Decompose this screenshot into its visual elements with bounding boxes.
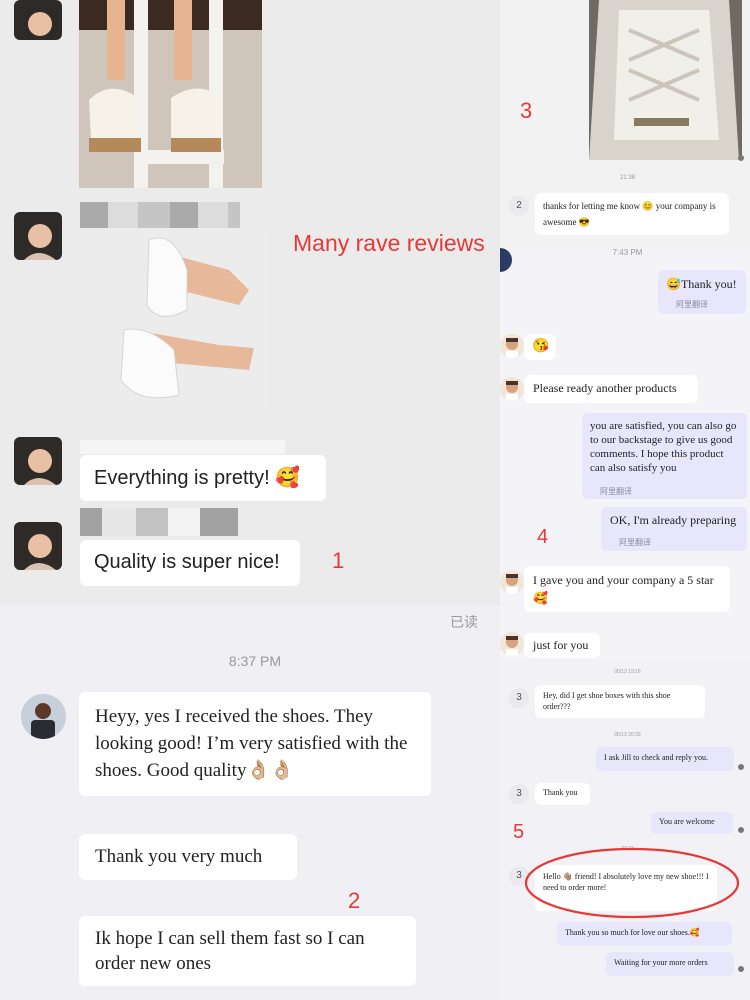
avatar: [500, 570, 524, 594]
avatar: [14, 0, 62, 40]
message-bubble: Everything is pretty! 🥰: [80, 455, 326, 501]
my-message-bubble: OK, I'm already preparing 阿里翻译: [601, 507, 747, 551]
chat-panel-2: 已读 8:37 PM Heyy, yes I received the shoe…: [0, 605, 500, 1000]
annotation-number: 1: [332, 548, 345, 573]
my-message-bubble: Thank you so much for love our shoes.🥰: [557, 922, 732, 946]
translate-label[interactable]: 阿里翻译: [600, 485, 632, 499]
unread-badge: 3: [509, 688, 529, 708]
avatar: [500, 334, 524, 358]
message-time: 21:38: [619, 175, 635, 181]
my-message-text: 😅Thank you!: [666, 277, 737, 291]
highlight-circle: [524, 847, 740, 919]
shoe-photo[interactable]: [589, 0, 742, 160]
redacted-name: [80, 508, 238, 536]
avatar: [500, 377, 524, 401]
annotation-number: 2: [348, 888, 361, 913]
message-bubble: Heyy, yes I received the shoes. They loo…: [79, 692, 431, 796]
status-dot: [738, 827, 744, 833]
message-bubble: Ik hope I can sell them fast so I can or…: [79, 916, 416, 986]
my-message-bubble: You are welcome: [651, 812, 733, 834]
avatar: [14, 522, 62, 570]
avatar: [21, 694, 66, 739]
status-dot: [738, 764, 744, 770]
message-bubble: just for you: [524, 633, 600, 658]
read-status: 已读: [450, 614, 478, 630]
message-bubble: Thank you very much: [79, 834, 297, 880]
annotation-number: 5: [513, 821, 525, 843]
shoe-photo[interactable]: [79, 0, 262, 188]
chat-panel-4: 7:43 PM 😅Thank you! 阿里翻译 😘 Please ready …: [500, 248, 750, 660]
message-bubble: I gave you and your company a 5 star 🥰: [524, 566, 730, 612]
my-message-bubble: you are satisfied, you can also go to ou…: [582, 413, 747, 499]
status-dot: [738, 966, 744, 972]
my-message-bubble: Waiting for your more orders: [606, 952, 734, 976]
headline-annotation: Many rave reviews: [293, 230, 485, 256]
chat-panel-1: Many rave reviews Everything is pretty! …: [0, 0, 500, 605]
message-time: 05/13 20:33: [614, 732, 641, 738]
chat-panel-3: 3 21:38 2 thanks for letting me know 😊 y…: [500, 0, 750, 248]
message-bubble: thanks for letting me know 😊 your compan…: [535, 193, 729, 235]
translate-label[interactable]: 阿里翻译: [619, 537, 651, 548]
message-bubble: Thank you: [535, 783, 590, 805]
shoe-photo[interactable]: [79, 230, 266, 413]
message-bubble: 😘: [524, 334, 556, 360]
message-time: 05/13 19:16: [614, 669, 641, 675]
unread-badge: 2: [509, 196, 529, 216]
unread-badge: 3: [509, 784, 529, 804]
message-time: 8:37 PM: [228, 653, 282, 669]
annotation-number: 4: [537, 526, 549, 548]
redacted-name: [80, 440, 285, 454]
message-bubble: Quality is super nice!: [80, 540, 300, 586]
message-bubble: Please ready another products: [524, 375, 698, 403]
chat-panel-5: 05/13 19:16 3 Hey, did I get shoe boxes …: [500, 660, 750, 1000]
message-bubble: Hey, did I get shoe boxes with this shoe…: [535, 685, 705, 718]
redacted-name: [80, 202, 240, 228]
avatar: [14, 437, 62, 485]
avatar: [14, 212, 62, 260]
my-message-bubble: I ask Jill to check and reply you.: [596, 747, 734, 771]
message-time: 7:43 PM: [612, 248, 643, 257]
my-message-bubble: 😅Thank you! 阿里翻译: [658, 270, 746, 314]
annotation-number: 3: [520, 98, 533, 123]
translate-label[interactable]: 阿里翻译: [676, 299, 708, 310]
avatar: [500, 248, 512, 272]
my-message-text: you are satisfied, you can also go to ou…: [590, 420, 737, 474]
avatar: [500, 632, 524, 656]
status-dot: [738, 155, 744, 161]
my-message-text: OK, I'm already preparing: [610, 513, 737, 527]
